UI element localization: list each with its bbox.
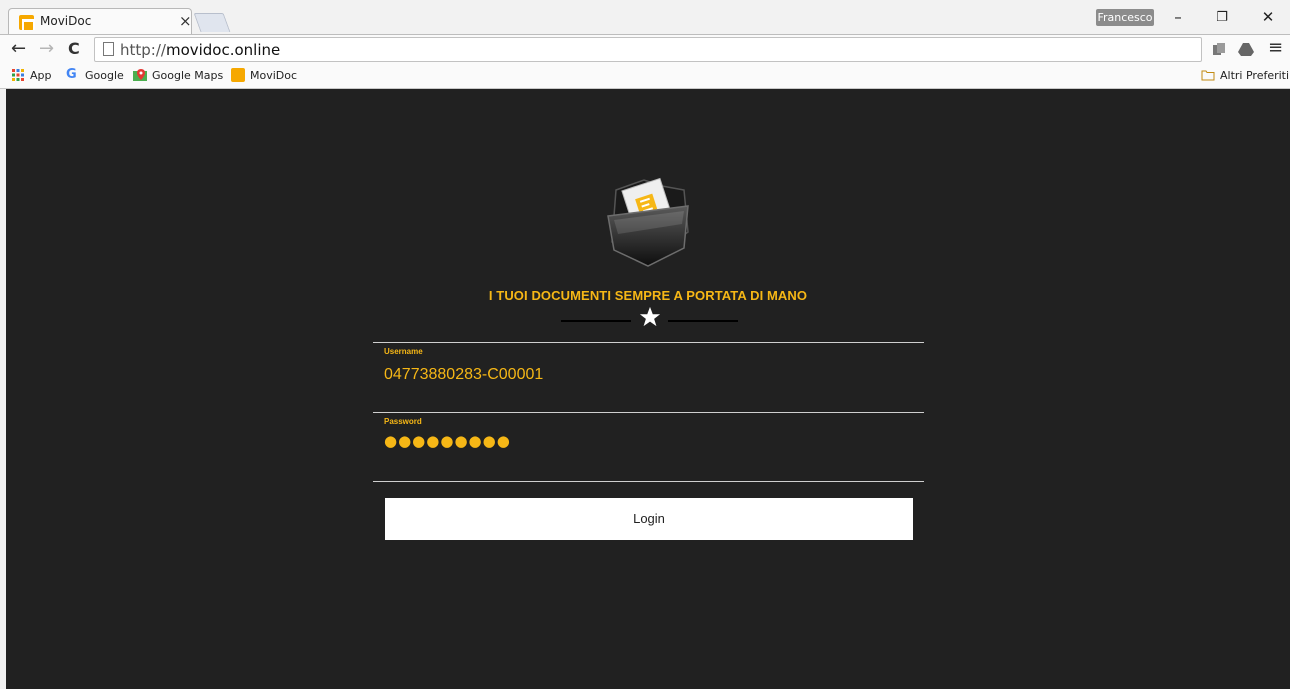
- minimize-icon[interactable]: –: [1163, 8, 1193, 26]
- bookmark-google-maps[interactable]: Google Maps: [133, 68, 223, 82]
- new-tab-button[interactable]: [193, 13, 231, 32]
- extension-icon[interactable]: [1211, 41, 1227, 57]
- browser-toolbar: ← → C http://movidoc.online ≡: [0, 34, 1290, 64]
- address-url: http://movidoc.online: [120, 41, 281, 59]
- back-icon[interactable]: ←: [11, 38, 26, 59]
- other-bookmarks-label: Altri Preferiti: [1220, 68, 1290, 82]
- username-label: Username: [384, 347, 423, 356]
- bookmark-google[interactable]: G Google: [66, 68, 124, 82]
- drive-icon[interactable]: [1238, 41, 1254, 57]
- bookmark-label: Google: [85, 68, 124, 82]
- apps-grid-icon: [12, 69, 24, 81]
- username-field[interactable]: Username 04773880283-C00001: [373, 342, 924, 412]
- document-folder-logo-icon: [607, 177, 689, 267]
- login-button[interactable]: Login: [385, 498, 913, 540]
- username-input[interactable]: 04773880283-C00001: [384, 366, 904, 384]
- password-field[interactable]: Password ●●●●●●●●●: [373, 412, 924, 482]
- forward-icon[interactable]: →: [39, 38, 54, 59]
- other-bookmarks[interactable]: Altri Preferiti: [1201, 68, 1289, 82]
- tab-title: MoviDoc: [40, 14, 92, 28]
- menu-icon[interactable]: ≡: [1268, 37, 1283, 58]
- bookmark-label: MoviDoc: [250, 68, 298, 82]
- divider-line-left: [561, 320, 631, 322]
- browser-titlebar: MoviDoc × Francesco – ❐ ✕: [0, 0, 1290, 34]
- profile-button[interactable]: Francesco: [1096, 9, 1154, 26]
- star-icon: [639, 306, 661, 327]
- page-icon: [103, 42, 114, 56]
- tab-close-icon[interactable]: ×: [179, 12, 192, 30]
- tagline: I TUOI DOCUMENTI SEMPRE A PORTATA DI MAN…: [488, 288, 808, 303]
- bookmark-label: App: [30, 68, 52, 82]
- divider-line-right: [668, 320, 738, 322]
- movidoc-icon: [231, 68, 245, 82]
- restore-icon[interactable]: ❐: [1207, 10, 1237, 25]
- browser-tab[interactable]: MoviDoc ×: [8, 8, 192, 34]
- movidoc-favicon-icon: [19, 15, 34, 30]
- bookmark-movidoc[interactable]: MoviDoc: [231, 68, 297, 82]
- google-icon: G: [66, 67, 77, 82]
- close-window-icon[interactable]: ✕: [1253, 8, 1283, 26]
- bookmarks-bar: App G Google Google Maps MoviDoc Altri P…: [0, 64, 1290, 89]
- form-divider: [373, 481, 924, 482]
- bookmark-app[interactable]: App: [11, 68, 52, 82]
- password-label: Password: [384, 417, 422, 426]
- password-input[interactable]: ●●●●●●●●●: [384, 432, 511, 450]
- address-bar[interactable]: http://movidoc.online: [94, 37, 1202, 62]
- reload-icon[interactable]: C: [68, 39, 80, 58]
- maps-pin-icon: [133, 69, 147, 81]
- folder-icon: [1201, 70, 1215, 81]
- login-page: I TUOI DOCUMENTI SEMPRE A PORTATA DI MAN…: [6, 89, 1290, 689]
- bookmark-label: Google Maps: [152, 68, 224, 82]
